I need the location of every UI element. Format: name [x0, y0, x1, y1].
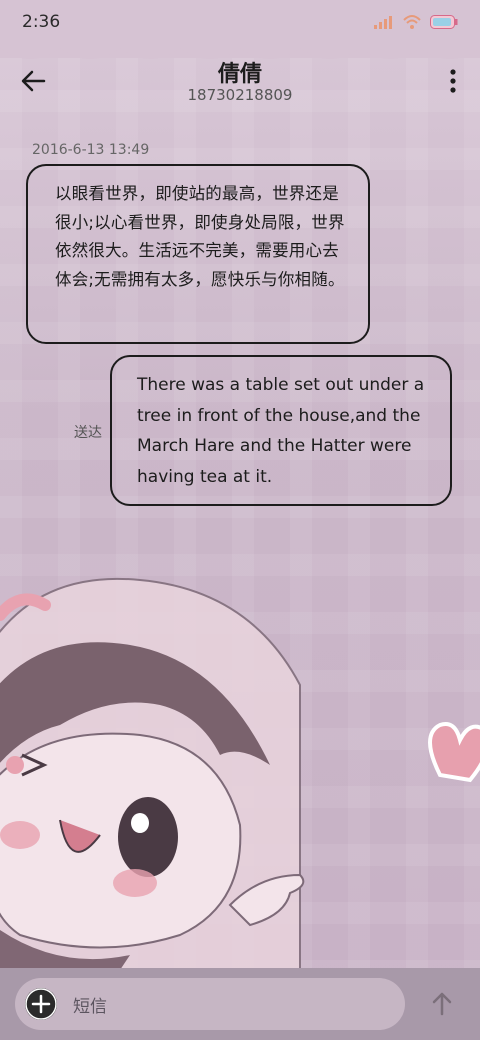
message-input-placeholder: 短信 [73, 997, 107, 1017]
sent-message-text: There was a table set out under a tree i… [137, 375, 425, 487]
message-timestamp: 2016-6-13 13:49 [32, 142, 150, 158]
received-message-text: 以眼看世界，即使站的最高，世界还是很小;以心看世界，即使身处局限，世界依然很大。… [55, 184, 345, 289]
message-composer: 短信 [0, 968, 480, 1040]
status-time: 2:36 [22, 12, 61, 32]
message-input[interactable]: 短信 [15, 978, 405, 1030]
wifi-icon [403, 15, 421, 29]
status-bar: 2:36 [0, 0, 480, 44]
delivery-status: 送达 [74, 425, 102, 441]
arrow-up-icon[interactable] [428, 990, 456, 1018]
contact-number: 18730218809 [187, 86, 293, 104]
more-vertical-icon[interactable] [448, 66, 458, 96]
plus-circle-icon[interactable] [25, 988, 57, 1020]
battery-icon [430, 15, 458, 29]
conversation-header: 倩倩 18730218809 [0, 54, 480, 114]
signal-icon [374, 16, 392, 29]
contact-name: 倩倩 [217, 62, 262, 87]
sent-message-bubble[interactable]: There was a table set out under a tree i… [110, 355, 452, 506]
wallpaper-illustration [0, 577, 480, 970]
status-icons [374, 14, 458, 30]
received-message-bubble[interactable]: 以眼看世界，即使站的最高，世界还是很小;以心看世界，即使身处局限，世界依然很大。… [26, 164, 370, 344]
